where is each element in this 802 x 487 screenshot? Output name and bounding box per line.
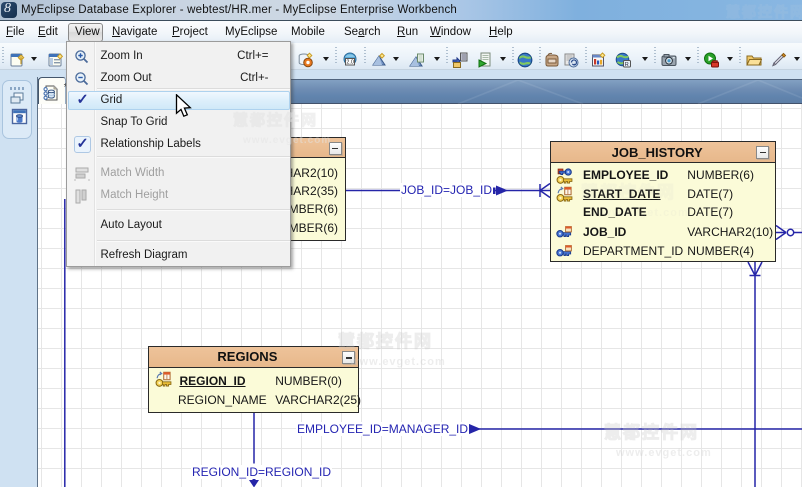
svg-text:R: R <box>625 62 629 68</box>
svg-text:2.0: 2.0 <box>346 60 354 66</box>
